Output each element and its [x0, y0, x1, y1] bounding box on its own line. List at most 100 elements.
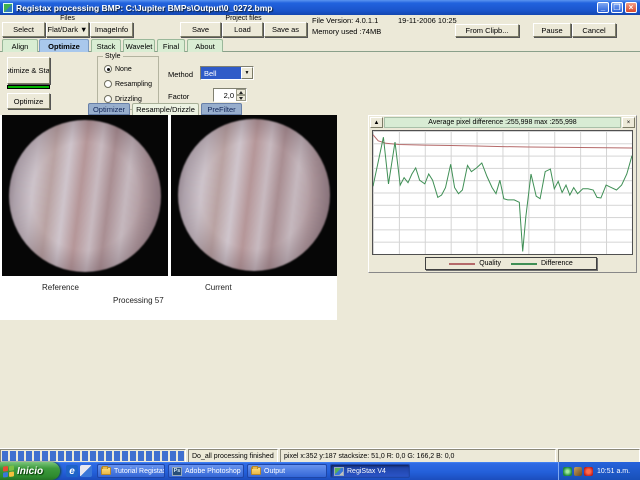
image-compare-panel: Reference Current Processing 57	[0, 115, 337, 320]
difference-line-swatch	[511, 263, 537, 265]
factor-value: 2,0	[214, 89, 236, 101]
chevron-down-icon[interactable]: ▼	[241, 67, 253, 79]
start-button[interactable]: Inicio	[0, 462, 60, 480]
radio-none[interactable]: None	[104, 65, 132, 73]
tray-icon-red[interactable]	[584, 467, 593, 476]
radio-drizzling[interactable]: Drizzling	[104, 95, 142, 103]
tray-icon-brown[interactable]	[574, 467, 582, 476]
radio-none-label: None	[115, 66, 132, 73]
taskbar-item-label: Tutorial Registax 4	[114, 468, 165, 475]
method-value: Bell	[201, 67, 241, 79]
taskbar: Inicio e Tutorial Registax 4 Ps Adobe Ph…	[0, 462, 640, 480]
optimize-button[interactable]: Optimize	[7, 93, 50, 109]
minimize-button[interactable]: _	[597, 2, 609, 13]
subtab-resample-drizzle[interactable]: Resample/Drizzle	[132, 103, 199, 115]
save-button[interactable]: Save	[180, 22, 221, 37]
taskbar-item-label: Adobe Photoshop CS3	[185, 468, 244, 475]
memory-text: Memory used :74MB	[312, 27, 381, 36]
chart-lines	[373, 131, 632, 254]
tab-wavelet[interactable]: Wavelet	[123, 39, 155, 52]
system-tray: 10:51 a.m.	[558, 462, 640, 480]
difference-chart	[372, 130, 633, 255]
radio-resampling-circle[interactable]	[104, 80, 112, 88]
taskbar-item-label: Output	[264, 468, 285, 475]
radio-drizzling-label: Drizzling	[115, 96, 142, 103]
saveas-button[interactable]: Save as	[264, 22, 307, 37]
close-button[interactable]: ×	[625, 2, 637, 13]
status-bar: Do_all processing finished pixel x:352 y…	[0, 448, 640, 462]
flatdark-button[interactable]: Flat/Dark ▼	[46, 22, 89, 37]
optimize-progress-bar	[7, 85, 50, 89]
taskbar-item-registax[interactable]: RegiStax V4	[330, 464, 410, 478]
main-tab-bar: Align Optimize Stack Wavelet Final About	[0, 39, 640, 52]
progress-blocks	[2, 451, 184, 461]
tab-about[interactable]: About	[187, 39, 223, 52]
reference-label: Reference	[42, 283, 79, 292]
tab-stack[interactable]: Stack	[91, 39, 121, 52]
quality-line-swatch	[449, 263, 475, 265]
optimize-and-stack-button[interactable]: Optimize & Stack	[7, 57, 50, 84]
registax-icon	[334, 467, 344, 476]
windows-flag-icon	[3, 465, 14, 477]
files-group-label: Files	[2, 15, 133, 22]
subtab-prefilter[interactable]: PreFilter	[201, 103, 242, 115]
style-group-label: Style	[103, 53, 123, 60]
cancel-button[interactable]: Cancel	[572, 23, 616, 37]
restore-button[interactable]: ❐	[611, 2, 623, 13]
datetime-text: 19-11-2006 10:25	[398, 16, 457, 25]
folder-icon	[101, 467, 111, 475]
title-bar: Registax processing BMP: C:\Jupiter BMPs…	[0, 0, 640, 15]
internet-explorer-icon[interactable]: e	[66, 465, 78, 477]
current-label: Current	[205, 283, 232, 292]
reference-image	[2, 115, 168, 276]
toolbar: Files Select Flat/Dark ▼ ImageInfo Proje…	[0, 15, 640, 39]
photoshop-icon: Ps	[172, 467, 182, 476]
clock: 10:51 a.m.	[597, 468, 630, 475]
jupiter-current-image	[178, 119, 330, 271]
method-label: Method	[168, 70, 193, 79]
subtab-optimizer[interactable]: Optimizer	[88, 103, 130, 115]
pixel-info: pixel x:352 y:187 stacksize: 51,0 R: 0,0…	[280, 449, 556, 463]
progress-panel	[0, 449, 186, 463]
tab-align[interactable]: Align	[2, 39, 38, 52]
radio-resampling[interactable]: Resampling	[104, 80, 152, 88]
taskbar-item-tutorial-registax[interactable]: Tutorial Registax 4	[97, 464, 165, 478]
select-button[interactable]: Select	[2, 22, 45, 37]
legend-quality-label: Quality	[479, 260, 501, 267]
show-desktop-icon[interactable]	[80, 465, 92, 477]
legend-difference-label: Difference	[541, 260, 573, 267]
window-title: Registax processing BMP: C:\Jupiter BMPs…	[16, 3, 595, 13]
legend-quality: Quality	[449, 260, 501, 267]
current-image	[171, 115, 337, 276]
jupiter-reference-image	[9, 120, 161, 272]
style-groupbox: Style None Resampling Drizzling	[97, 56, 159, 110]
method-combobox[interactable]: Bell ▼	[200, 66, 254, 80]
imageinfo-button[interactable]: ImageInfo	[90, 22, 133, 37]
load-button[interactable]: Load	[222, 22, 263, 37]
start-button-label: Inicio	[17, 466, 43, 477]
close-graph-button[interactable]: ×	[622, 117, 635, 128]
factor-spinner[interactable]: 2,0	[213, 88, 247, 102]
taskbar-item-output[interactable]: Output	[247, 464, 327, 478]
chart-legend: Quality Difference	[425, 257, 597, 270]
radio-none-circle[interactable]	[104, 65, 112, 73]
pause-button[interactable]: Pause	[533, 23, 571, 37]
spin-down-button[interactable]	[236, 95, 246, 101]
graph-title: Average pixel difference :255,998 max :2…	[384, 117, 621, 128]
app-icon	[3, 3, 13, 13]
status-message: Do_all processing finished	[188, 449, 278, 463]
optimize-panel: Optimize & Stack Optimize Style None Res…	[0, 52, 640, 115]
taskbar-item-photoshop[interactable]: Ps Adobe Photoshop CS3	[168, 464, 244, 478]
radio-drizzling-circle[interactable]	[104, 95, 112, 103]
difference-graph-panel: ▲ Average pixel difference :255,998 max …	[368, 115, 637, 273]
status-spare-panel	[558, 449, 640, 463]
taskbar-item-label: RegiStax V4	[347, 468, 386, 475]
radio-resampling-label: Resampling	[115, 81, 152, 88]
tab-optimize[interactable]: Optimize	[39, 39, 89, 52]
project-files-group-label: Project files	[180, 15, 307, 22]
from-clipboard-button[interactable]: From Clipb...	[455, 24, 519, 37]
factor-label: Factor	[168, 92, 189, 101]
collapse-graph-button[interactable]: ▲	[370, 117, 383, 128]
tab-final[interactable]: Final	[157, 39, 185, 52]
tray-icon-green[interactable]	[563, 467, 572, 476]
